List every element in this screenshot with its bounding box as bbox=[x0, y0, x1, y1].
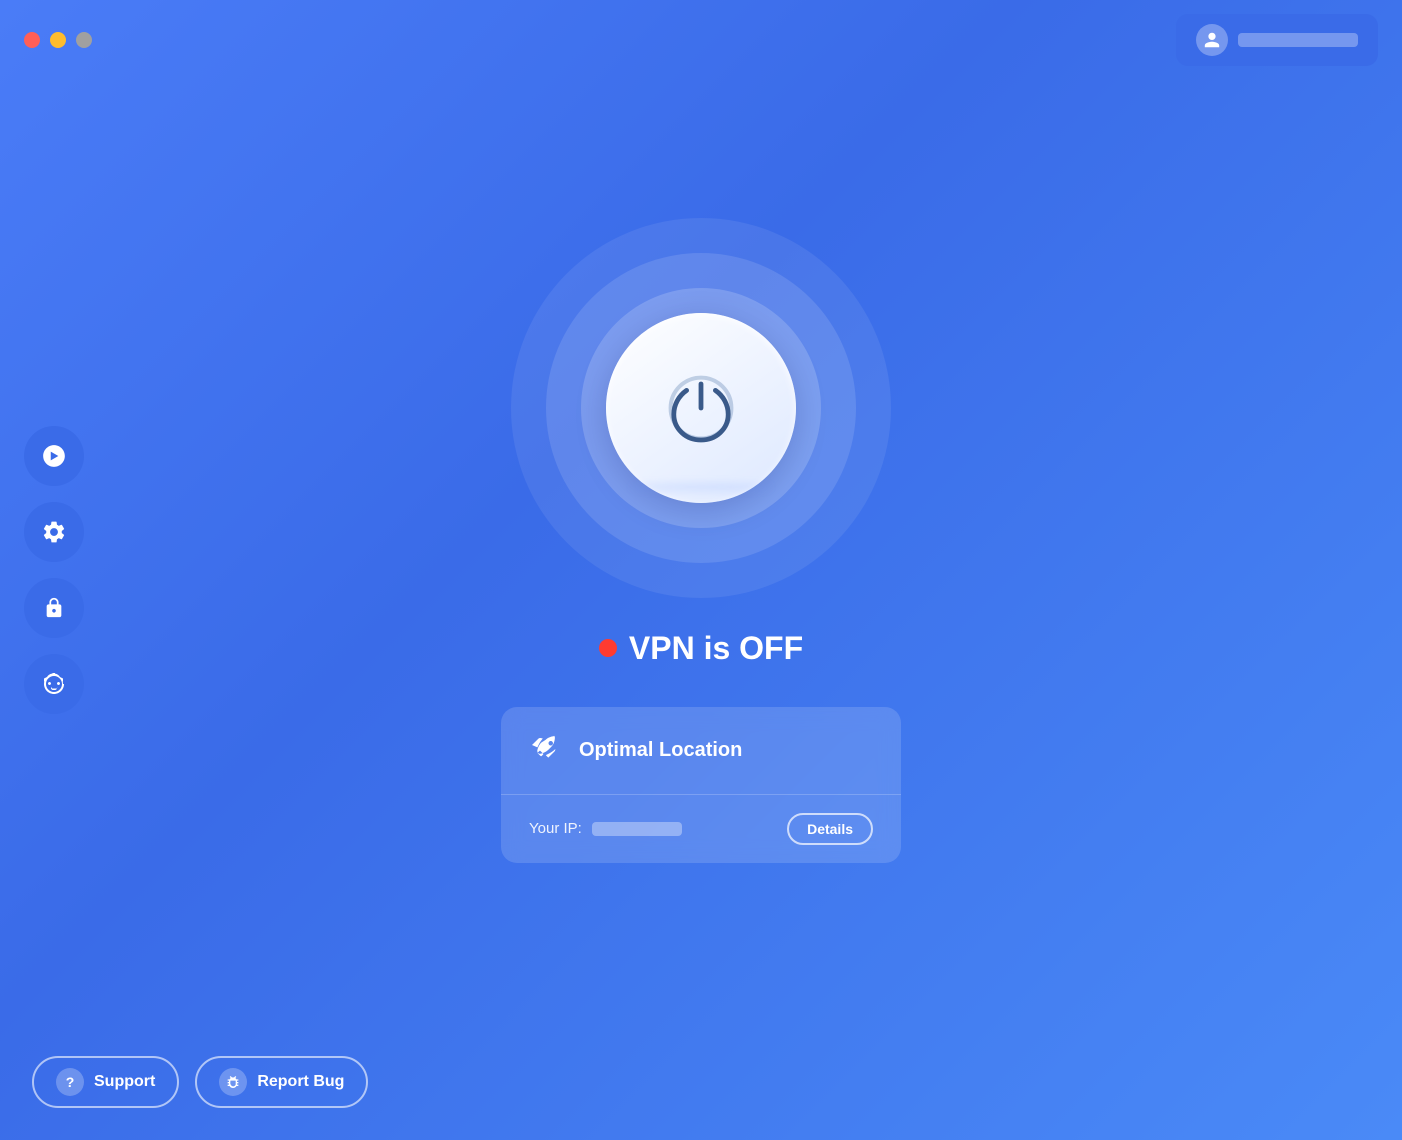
support-icon: ? bbox=[56, 1068, 84, 1096]
location-card: Optimal Location Your IP: Details bbox=[501, 707, 901, 863]
location-name: Optimal Location bbox=[579, 739, 742, 762]
report-bug-button[interactable]: Report Bug bbox=[195, 1056, 368, 1108]
vpn-status-text: VPN is OFF bbox=[629, 630, 803, 667]
report-bug-label: Report Bug bbox=[257, 1073, 344, 1091]
support-button[interactable]: ? Support bbox=[32, 1056, 179, 1108]
rocket-icon bbox=[529, 729, 565, 772]
power-button[interactable] bbox=[606, 313, 796, 503]
power-area: VPN is OFF bbox=[511, 218, 891, 667]
bottom-bar: ? Support Report Bug bbox=[32, 1056, 368, 1108]
support-label: Support bbox=[94, 1073, 155, 1091]
power-ring-outer bbox=[511, 218, 891, 598]
power-ring-inner bbox=[581, 288, 821, 528]
ip-address bbox=[592, 822, 682, 836]
details-button[interactable]: Details bbox=[787, 813, 873, 845]
ip-label: Your IP: bbox=[529, 820, 582, 837]
main-content: VPN is OFF Optimal Location Your IP: Det… bbox=[0, 0, 1402, 1140]
status-indicator bbox=[599, 639, 617, 657]
location-header[interactable]: Optimal Location bbox=[501, 707, 901, 795]
vpn-status: VPN is OFF bbox=[599, 630, 803, 667]
bug-icon bbox=[219, 1068, 247, 1096]
power-ring-middle bbox=[546, 253, 856, 563]
ip-row: Your IP: Details bbox=[501, 795, 901, 863]
